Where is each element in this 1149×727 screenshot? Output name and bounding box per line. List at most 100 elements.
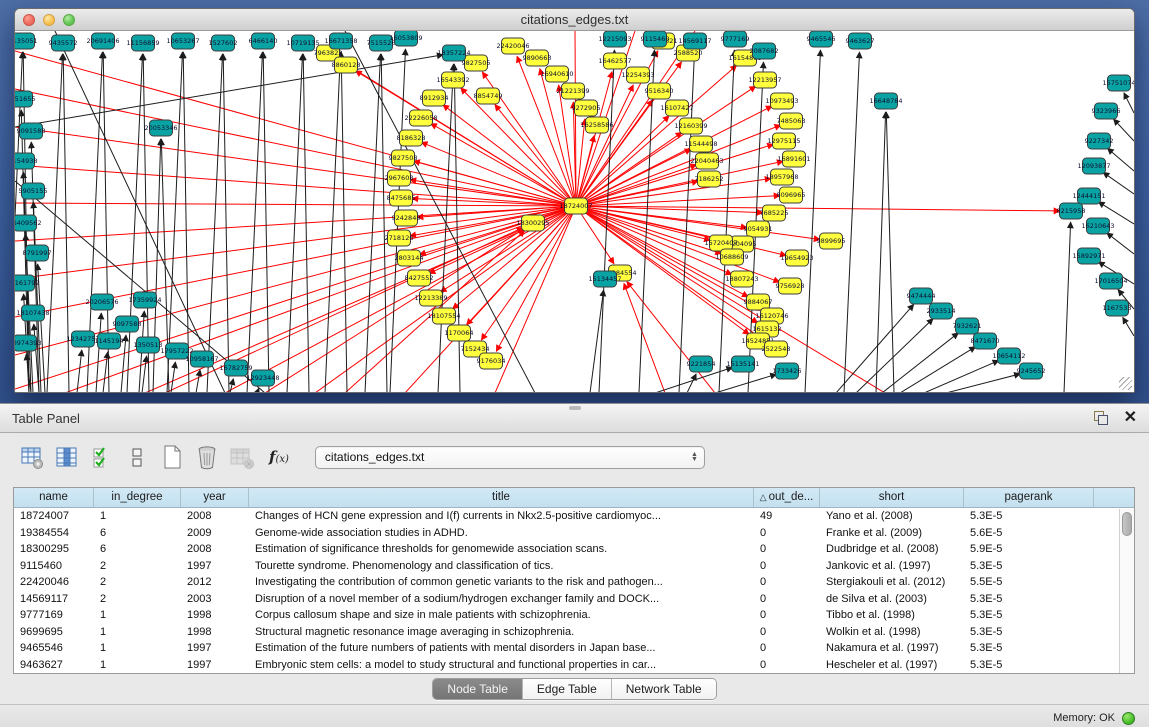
graph-node[interactable]: 9323966 [1092,103,1121,119]
graph-node[interactable]: 16671358 [324,33,357,49]
table-cell[interactable]: Nakamura et al. (1997) [820,642,964,654]
table-cell[interactable]: Tibbo et al. (1998) [820,609,964,621]
table-cell[interactable]: 0 [754,576,820,588]
graph-node[interactable]: 8186328 [397,130,426,146]
graph-node[interactable]: 9827508 [389,150,418,166]
graph-node[interactable]: 2967608 [385,170,414,186]
table-cell[interactable]: Estimation of significance thresholds fo… [249,543,754,555]
graph-node[interactable]: 20691406 [86,33,119,49]
graph-node[interactable]: 18300295 [516,215,549,231]
graph-node[interactable]: 1135051 [15,33,37,49]
graph-node[interactable]: 9756928 [776,278,805,294]
graph-node[interactable]: 11156859 [126,35,159,51]
graph-node[interactable]: 12254393 [621,67,654,83]
graph-node[interactable]: 10973493 [765,93,798,109]
graph-node[interactable]: 9227342 [1085,133,1114,149]
graph-node[interactable]: 1145194 [95,333,124,349]
graph-node[interactable]: 16462577 [598,53,631,69]
graph-node[interactable]: 12160399 [674,118,707,134]
table-cell[interactable]: 0 [754,593,820,605]
table-cell[interactable]: Yano et al. (2008) [820,510,964,522]
graph-node[interactable]: 9272905 [572,100,601,116]
graph-node[interactable]: 12923448 [246,370,279,386]
table-cell[interactable]: 2003 [181,593,249,605]
table-cell[interactable]: 1998 [181,609,249,621]
graph-node[interactable]: 2154938 [15,153,37,169]
graph-node[interactable]: 16891601 [777,151,810,167]
graph-node[interactable]: 9054931 [744,221,773,237]
table-cell[interactable]: 0 [754,560,820,572]
table-cell[interactable]: 2008 [181,543,249,555]
resize-grip-icon[interactable] [1119,377,1132,390]
graph-node[interactable]: 11544498 [684,136,717,152]
table-cell[interactable]: 2012 [181,576,249,588]
graph-node[interactable]: 22226058 [404,110,437,126]
graph-node[interactable]: 9115460 [641,31,670,47]
table-cell[interactable]: 1997 [181,560,249,572]
table-row[interactable]: 1938455462009Genome-wide association stu… [14,525,1134,542]
graph-node[interactable]: 8912934 [420,90,449,106]
tab-edge-table[interactable]: Edge Table [523,679,612,699]
graph-node[interactable]: 9242848 [392,210,421,226]
graph-node[interactable]: 16940610 [540,66,573,82]
graph-node[interactable]: 12975115 [767,133,800,149]
graph-node[interactable]: 9245652 [1017,363,1046,379]
table-cell[interactable]: 5.6E-5 [964,527,1094,539]
table-cell[interactable]: 1 [94,609,181,621]
tab-node-table[interactable]: Node Table [433,679,523,699]
graph-node[interactable]: 22420046 [496,38,529,54]
table-cell[interactable]: 2 [94,576,181,588]
graph-node[interactable]: 9221854 [687,356,716,372]
table-cell[interactable]: Jankovic et al. (1997) [820,560,964,572]
table-cell[interactable]: 5.5E-5 [964,576,1094,588]
table-cell[interactable]: 9699695 [14,626,94,638]
graph-node[interactable]: 1733426 [773,363,802,379]
table-cell[interactable]: Disruption of a novel member of a sodium… [249,593,754,605]
graph-node[interactable]: 8791997 [23,245,52,261]
table-cell[interactable]: 14569117 [14,593,94,605]
graph-node[interactable]: 18807243 [725,271,758,287]
graph-node[interactable]: 18724007 [559,198,592,214]
graph-node[interactable]: 17016504 [1094,273,1127,289]
table-cell[interactable]: de Silva et al. (2003) [820,593,964,605]
table-cell[interactable]: 2 [94,560,181,572]
table-cell[interactable]: 18724007 [14,510,94,522]
table-cell[interactable]: Tourette syndrome. Phenomenology and cla… [249,560,754,572]
graph-node[interactable]: 21221399 [556,83,589,99]
graph-node[interactable]: 7685225 [760,205,789,221]
graph-node[interactable]: 8215958 [1057,203,1086,219]
column-header-year[interactable]: year [181,488,249,507]
graph-node[interactable]: 10719135 [286,35,319,51]
table-cell[interactable]: Genome-wide association studies in ADHD. [249,527,754,539]
table-cell[interactable]: 5.3E-5 [964,593,1094,605]
graph-node[interactable]: 10653267 [166,33,199,49]
graph-node[interactable]: 8854749 [474,88,503,104]
table-cell[interactable]: 1 [94,659,181,671]
table-row[interactable]: 911546021997Tourette syndrome. Phenomeno… [14,558,1134,575]
table-cell[interactable]: 2009 [181,527,249,539]
graph-node[interactable]: 7186252 [695,171,724,187]
graph-node[interactable]: 12093877 [1077,158,1110,174]
table-cell[interactable]: 1997 [181,659,249,671]
table-cell[interactable]: 6 [94,543,181,555]
table-cell[interactable]: 9465546 [14,642,94,654]
graph-node[interactable]: 6466140 [249,33,278,49]
tab-network-table[interactable]: Network Table [612,679,716,699]
table-cell[interactable]: 0 [754,527,820,539]
graph-node[interactable]: 18957968 [765,169,798,185]
graph-node[interactable]: 9176034 [477,353,506,369]
graph-node[interactable]: 1170064 [445,325,474,341]
graph-node[interactable]: 8475685 [387,190,416,206]
graph-node[interactable]: 2933514 [927,303,956,319]
table-cell[interactable]: 2008 [181,510,249,522]
table-cell[interactable]: Embryonic stem cells: a model to study s… [249,659,754,671]
table-row[interactable]: 969969511998Structural magnetic resonanc… [14,624,1134,641]
network-canvas[interactable]: 1872400798275051654339289129342222605881… [15,31,1134,392]
window-titlebar[interactable]: citations_edges.txt [15,9,1134,31]
graph-node[interactable]: 9097588 [113,316,142,332]
row-cells-icon[interactable] [123,443,151,471]
table-cell[interactable]: 5.3E-5 [964,510,1094,522]
graph-node[interactable]: 22040463 [690,153,723,169]
graph-node[interactable]: 16107427 [660,100,693,116]
graph-node[interactable]: 12213957 [748,72,781,88]
